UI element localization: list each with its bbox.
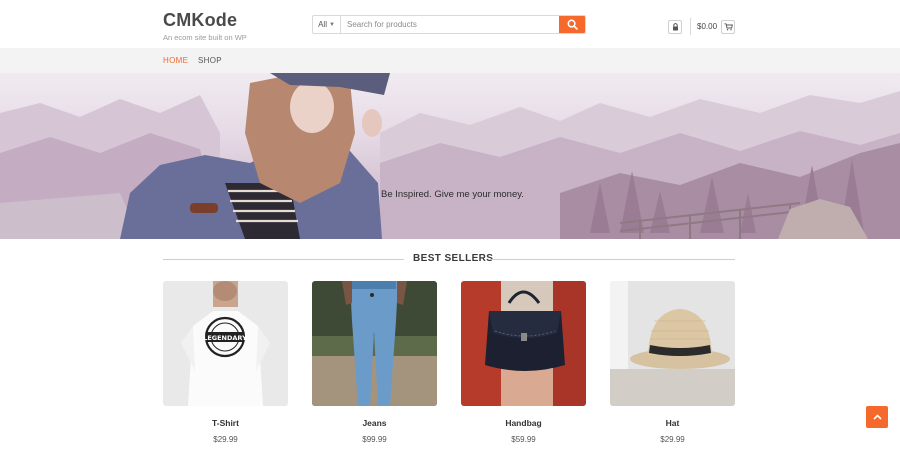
heading-rule-left [163, 259, 404, 260]
header-divider [690, 18, 691, 35]
product-image-tshirt[interactable]: LEGENDARY [163, 281, 288, 406]
heading-rule-right [491, 259, 735, 260]
scroll-to-top-button[interactable] [866, 406, 888, 428]
chevron-down-icon: ▼ [328, 21, 335, 28]
site-title[interactable]: CMKode [163, 10, 247, 30]
section-title: BEST SELLERS [413, 253, 494, 264]
product-image-hat[interactable] [610, 281, 735, 406]
hero-tagline: Be Inspired. Give me your money. [381, 189, 524, 200]
site-branding: CMKode An ecom site built on WP [163, 10, 247, 42]
site-header: CMKode An ecom site built on WP All ▼ $0… [0, 0, 900, 48]
product-price: $99.99 [362, 435, 387, 444]
cart-total[interactable]: $0.00 [697, 22, 717, 31]
product-price: $29.99 [660, 435, 685, 444]
search-button[interactable] [559, 16, 585, 33]
lock-icon [672, 23, 678, 31]
nav-item-shop[interactable]: SHOP [198, 56, 222, 65]
site-tagline: An ecom site built on WP [163, 33, 247, 42]
chevron-up-icon [872, 414, 882, 420]
search-category-value: All [318, 20, 327, 29]
product-image-jeans[interactable] [312, 281, 437, 406]
product-price: $59.99 [511, 435, 536, 444]
product-card-handbag[interactable]: Handbag $59.99 [461, 281, 586, 444]
search-input[interactable] [341, 16, 559, 33]
search-icon [567, 19, 578, 30]
product-card-jeans[interactable]: Jeans $99.99 [312, 281, 437, 444]
hero-banner: Be Inspired. Give me your money. [0, 73, 900, 239]
account-button[interactable] [668, 20, 682, 34]
product-name[interactable]: T-Shirt [163, 418, 288, 428]
hero-image [0, 73, 900, 239]
product-image-handbag[interactable] [461, 281, 586, 406]
cart-icon [724, 23, 733, 31]
product-name[interactable]: Handbag [461, 418, 586, 428]
product-name[interactable]: Jeans [312, 418, 437, 428]
product-card-tshirt[interactable]: LEGENDARY T-Shirt $29.99 [163, 281, 288, 444]
nav-item-home[interactable]: HOME [163, 56, 188, 65]
product-price: $29.99 [213, 435, 238, 444]
product-search: All ▼ [312, 15, 586, 34]
search-category-select[interactable]: All ▼ [313, 16, 341, 33]
svg-text:LEGENDARY: LEGENDARY [203, 334, 247, 342]
primary-nav: HOME SHOP [0, 48, 900, 73]
product-card-hat[interactable]: Hat $29.99 [610, 281, 735, 444]
cart-button[interactable] [721, 20, 735, 34]
best-sellers-heading: BEST SELLERS [163, 252, 735, 266]
product-name[interactable]: Hat [610, 418, 735, 428]
